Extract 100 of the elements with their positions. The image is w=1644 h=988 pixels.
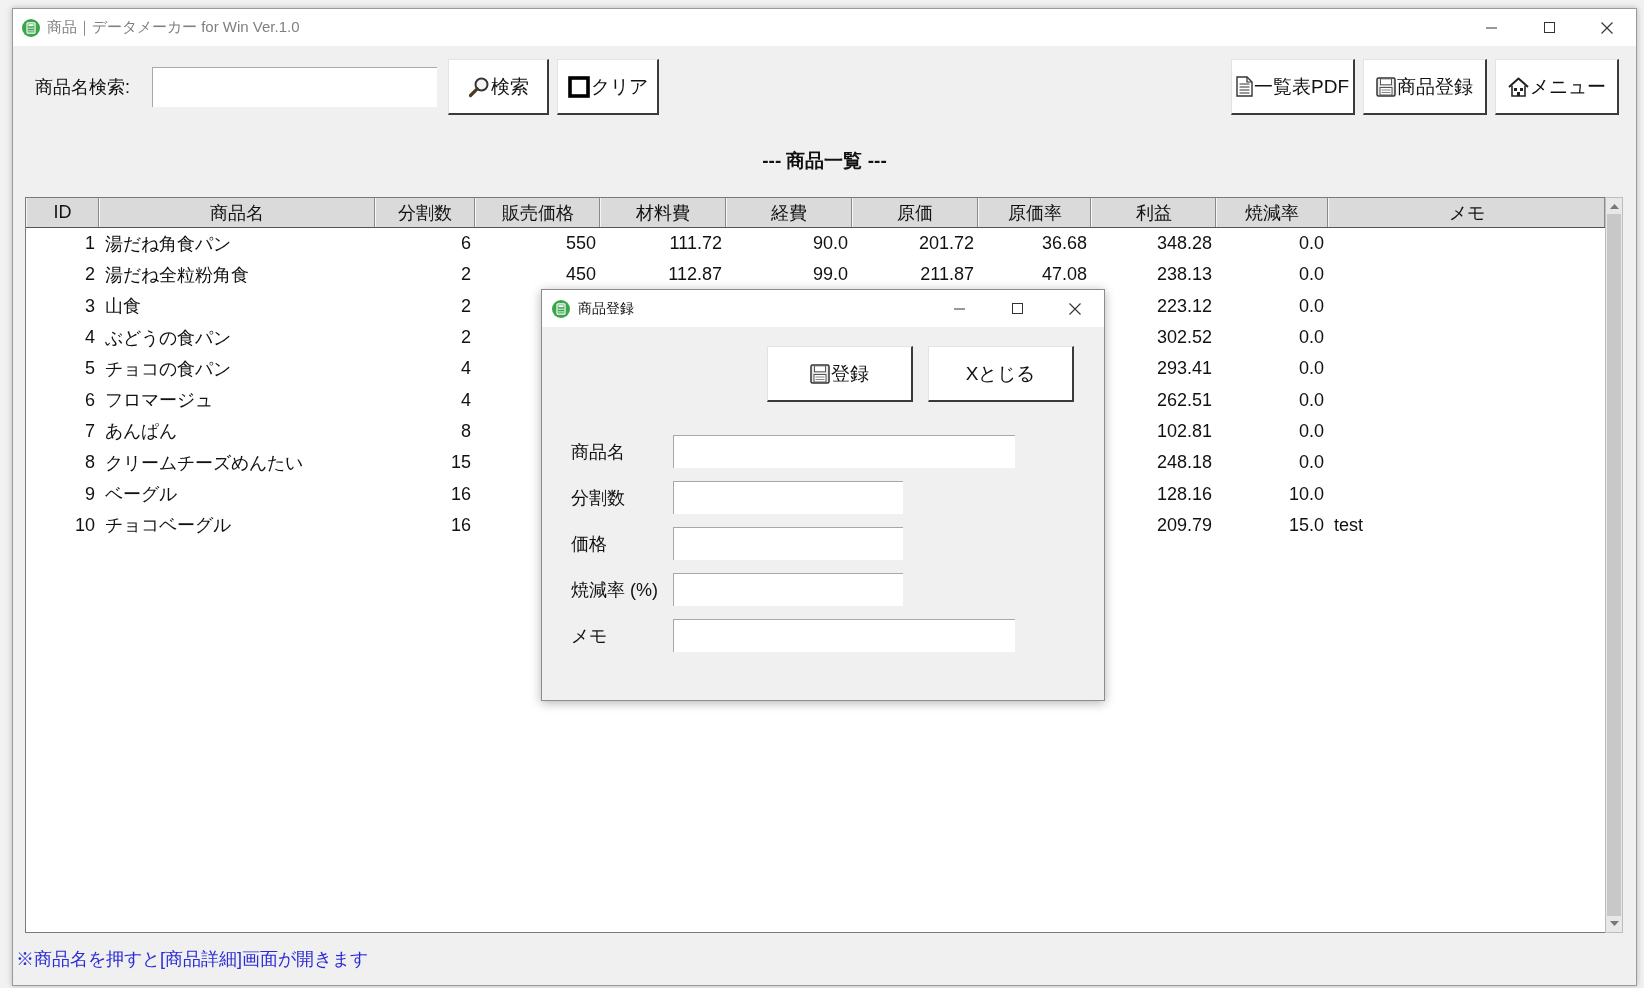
table-cell-text: 5 [84,357,96,381]
input-field[interactable] [673,435,1015,468]
table-cell-text: 0.0 [1297,263,1325,287]
column-header: 販売価格 [475,198,600,227]
table-cell-text: 4 [460,388,472,412]
window-title: 商品｜データメーカー for Win Ver.1.0 [47,18,300,37]
column-header: ID [26,198,99,227]
table-cell-text: 0.0 [1297,294,1325,318]
scroll-up-icon[interactable] [1609,204,1619,209]
table-cell-text: 550 [564,232,597,256]
table-cell-text: 10 [73,513,96,537]
document-icon [1236,76,1253,97]
table-cell-text: 8 [84,451,96,475]
table-cell-text: 16 [449,482,472,506]
table-cell-text: 248.18 [1155,451,1213,475]
table-cell-text: 15 [449,451,472,475]
search-button[interactable]: 検索 [448,59,549,115]
table-cell-text: 2 [460,326,472,350]
column-header: 焼減率 [1216,198,1328,227]
product-name-cell[interactable]: チョコベーグル [99,509,375,541]
table-cell-text: 2 [84,263,96,287]
input-field[interactable] [673,619,1015,652]
search-field[interactable] [152,67,437,107]
maximize-icon[interactable] [1011,303,1023,314]
minimize-icon[interactable] [1485,26,1497,29]
product-name-cell[interactable]: 湯だね角食パン [99,228,375,260]
minimize-icon[interactable] [953,307,965,310]
product-name-cell[interactable]: フロマージュ [99,384,375,416]
field-label: メモ [571,624,608,648]
field-label: 分割数 [571,486,626,510]
table-cell-text: 262.51 [1155,388,1213,412]
table-cell-text: 111.72 [668,232,723,256]
table-cell-text: 9 [84,482,96,506]
product-name-cell[interactable]: 山食 [99,290,375,322]
square-icon [567,75,590,98]
table-cell-text: 238.13 [1155,263,1213,287]
status-hint: ※商品名を押すと[商品詳細]画面が開きます [16,948,368,971]
table-cell-text: 47.08 [1040,263,1088,287]
table-cell-text: 0.0 [1297,388,1325,412]
field-label: 焼減率 (%) [571,578,659,602]
table-cell-text: 4 [84,326,96,350]
table-cell-text: 348.28 [1155,232,1213,256]
column-header: 材料費 [600,198,726,227]
table-cell-text: 0.0 [1297,419,1325,443]
table-cell-text: 6 [460,232,472,256]
column-header: 原価率 [978,198,1091,227]
product-name-cell[interactable]: ベーグル [99,478,375,510]
table-cell-text: 90.0 [811,232,849,256]
calculator-icon [22,18,40,37]
close-icon[interactable] [1601,21,1613,34]
table-cell-text: 6 [84,388,96,412]
search-label: 商品名検索: [35,76,131,99]
table-cell-text: 211.87 [919,263,975,287]
input-field[interactable] [673,527,903,560]
column-header: 原価 [852,198,978,227]
table-cell-text: 2 [460,294,472,318]
table-cell-text: 2 [460,263,472,287]
close-button[interactable]: Xとじる [928,346,1074,402]
menu-button[interactable]: メニュー [1495,59,1619,115]
table-cell-text: 450 [564,263,597,287]
table-cell-text: 293.41 [1155,357,1213,381]
table-cell-text: 4 [460,357,472,381]
house-icon [1507,76,1529,97]
input-field[interactable] [673,481,903,514]
dialog-title: 商品登録 [578,299,634,318]
table-cell-text: 15.0 [1287,513,1325,537]
column-header: 経費 [726,198,852,227]
table-cell-text: 201.72 [917,232,975,256]
column-header: 利益 [1091,198,1216,227]
register-button[interactable]: 商品登録 [1363,59,1487,115]
table-cell-text: 102.81 [1155,419,1213,443]
scroll-down-icon[interactable] [1609,921,1619,926]
column-header: 商品名 [99,198,375,227]
product-name-cell[interactable]: ぶどうの食パン [99,321,375,354]
table-cell-text: 209.79 [1155,513,1213,537]
maximize-icon[interactable] [1543,22,1555,33]
register-button[interactable]: 登録 [767,346,913,402]
table-cell-text: 1 [84,232,96,256]
table-cell-text: 0.0 [1297,232,1325,256]
product-name-cell[interactable]: 湯だね全粒粉角食 [99,259,375,291]
list-heading: --- 商品一覧 --- [761,149,888,173]
table-cell-text: 302.52 [1155,326,1213,350]
clear-button[interactable]: クリア [557,59,659,115]
product-name-cell[interactable]: あんぱん [99,415,375,448]
input-field[interactable] [673,573,903,606]
calculator-icon [552,299,570,318]
table-cell-text: 10.0 [1287,482,1325,506]
table-cell-text: 0.0 [1297,326,1325,350]
close-icon[interactable] [1069,302,1081,315]
table-cell-text: 0.0 [1297,357,1325,381]
table-cell-text: 0.0 [1297,451,1325,475]
table-cell-text: 223.12 [1155,294,1213,318]
vertical-scrollbar[interactable] [1605,197,1623,933]
table-cell-text: test [1333,513,1364,537]
pdf-button[interactable]: 一覧表PDF [1231,59,1355,115]
product-name-cell[interactable]: クリームチーズめんたい [99,447,375,479]
table-cell-text: 112.87 [667,263,723,287]
table-cell-text: 3 [84,294,96,318]
product-name-cell[interactable]: チョコの食パン [99,353,375,385]
field-label: 商品名 [571,440,626,464]
